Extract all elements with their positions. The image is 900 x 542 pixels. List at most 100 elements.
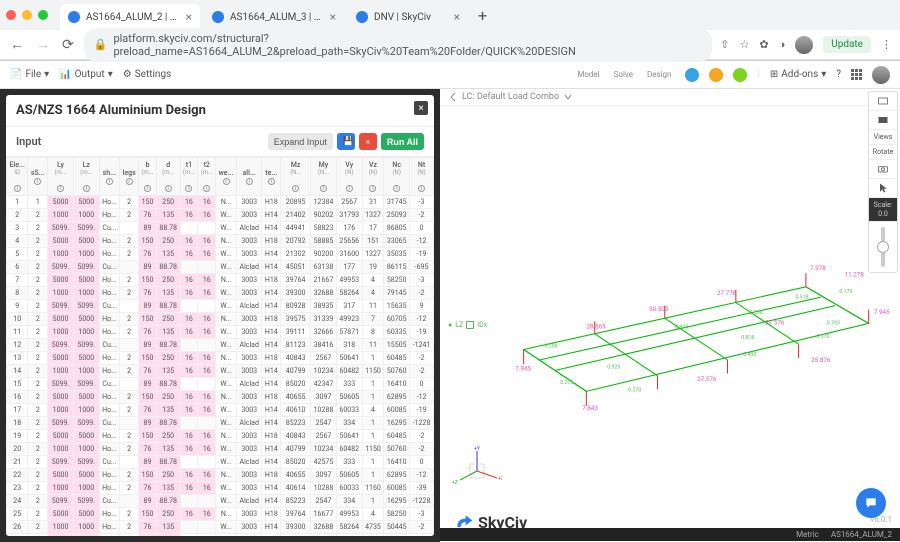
table-cell[interactable]: H14: [262, 287, 281, 300]
table-cell[interactable]: 35035: [384, 248, 410, 261]
extension-icon[interactable]: ✿: [759, 38, 768, 51]
table-row[interactable]: 26210001000Ho...276135W...3003H143930032…: [7, 521, 434, 534]
table-cell[interactable]: 76: [139, 443, 157, 456]
table-cell[interactable]: 5099.: [48, 300, 74, 313]
table-cell[interactable]: W...: [216, 287, 237, 300]
table-cell[interactable]: 5000: [73, 313, 99, 326]
table-cell[interactable]: [180, 222, 198, 235]
table-row[interactable]: 20210001000Ho...2761351616W...3003H14407…: [7, 443, 434, 456]
table-cell[interactable]: 1: [362, 391, 384, 404]
table-cell[interactable]: 2: [120, 287, 139, 300]
table-cell[interactable]: 3003: [236, 274, 262, 287]
table-cell[interactable]: 15635: [384, 534, 410, 537]
table-cell[interactable]: 2: [28, 521, 48, 534]
table-cell[interactable]: 25093: [384, 209, 410, 222]
table-cell[interactable]: 135: [156, 482, 180, 495]
table-cell[interactable]: 39300: [281, 287, 311, 300]
table-cell[interactable]: 50760: [384, 443, 410, 456]
addons-menu[interactable]: ⊞ Add-ons ▾: [770, 69, 826, 80]
table-row[interactable]: 2210001000Ho...2761351616W...3003H142140…: [7, 209, 434, 222]
table-cell[interactable]: 58250: [384, 508, 410, 521]
table-cell[interactable]: 2: [28, 417, 48, 430]
table-cell[interactable]: Ho...: [99, 508, 119, 521]
tab-close-icon[interactable]: ×: [454, 10, 460, 24]
table-cell[interactable]: 2: [120, 326, 139, 339]
table-row[interactable]: 1525099.5099.Cu...8988.78W...AlcladH1485…: [7, 378, 434, 391]
table-cell[interactable]: [180, 495, 198, 508]
table-cell[interactable]: 50445: [384, 521, 410, 534]
table-cell[interactable]: 40655: [281, 391, 311, 404]
table-cell[interactable]: -2: [410, 365, 434, 378]
tool-solid[interactable]: [869, 111, 897, 130]
table-cell[interactable]: 1000: [48, 287, 74, 300]
table-cell[interactable]: [180, 261, 198, 274]
table-cell[interactable]: -2: [410, 209, 434, 222]
table-cell[interactable]: 31600: [336, 248, 362, 261]
table-row[interactable]: 14210001000Ho...2761351616W...3003H14407…: [7, 365, 434, 378]
table-cell[interactable]: [120, 339, 139, 352]
table-cell[interactable]: 89: [139, 495, 157, 508]
table-cell[interactable]: 2547: [311, 417, 337, 430]
table-cell[interactable]: 39764: [281, 508, 311, 521]
table-cell[interactable]: [120, 261, 139, 274]
table-cell[interactable]: 3097: [311, 391, 337, 404]
table-cell[interactable]: 5099.: [73, 534, 99, 537]
table-cell[interactable]: H14: [262, 261, 281, 274]
table-cell[interactable]: 4735: [362, 521, 384, 534]
table-cell[interactable]: Cu...: [99, 417, 119, 430]
table-cell[interactable]: 5000: [73, 430, 99, 443]
table-cell[interactable]: 7: [362, 313, 384, 326]
table-cell[interactable]: 3003: [236, 365, 262, 378]
table-cell[interactable]: 89: [139, 456, 157, 469]
table-cell[interactable]: H14: [262, 222, 281, 235]
table-cell[interactable]: 5099.: [73, 378, 99, 391]
table-cell[interactable]: 1: [362, 378, 384, 391]
table-row[interactable]: 11210001000Ho...2761351616W...3003H14391…: [7, 326, 434, 339]
table-cell[interactable]: 1150: [362, 443, 384, 456]
update-button[interactable]: Update: [823, 36, 871, 53]
table-cell[interactable]: 2: [28, 508, 48, 521]
table-cell[interactable]: 62895: [384, 391, 410, 404]
table-cell[interactable]: 250: [156, 352, 180, 365]
table-cell[interactable]: 13: [7, 352, 28, 365]
panel-close-button[interactable]: ×: [414, 101, 428, 115]
table-cell[interactable]: H14: [262, 339, 281, 352]
table-cell[interactable]: [180, 417, 198, 430]
table-cell[interactable]: 16: [198, 352, 216, 365]
table-cell[interactable]: 2: [28, 274, 48, 287]
table-cell[interactable]: 5000: [48, 352, 74, 365]
table-cell[interactable]: Cu...: [99, 222, 119, 235]
back-button[interactable]: ←: [8, 34, 26, 55]
table-cell[interactable]: 250: [156, 235, 180, 248]
table-cell[interactable]: 1327: [362, 209, 384, 222]
table-cell[interactable]: 58823: [311, 222, 337, 235]
table-cell[interactable]: Alclad: [236, 222, 262, 235]
table-cell[interactable]: 16: [180, 508, 198, 521]
table-cell[interactable]: Alclad: [236, 339, 262, 352]
table-cell[interactable]: 16: [180, 196, 198, 209]
table-cell[interactable]: 1: [362, 456, 384, 469]
table-cell[interactable]: 2: [28, 378, 48, 391]
table-cell[interactable]: Ho...: [99, 352, 119, 365]
table-cell[interactable]: 150: [139, 352, 157, 365]
table-cell[interactable]: N...: [216, 469, 237, 482]
table-cell[interactable]: 1000: [73, 521, 99, 534]
table-cell[interactable]: 19: [7, 430, 28, 443]
table-cell[interactable]: -19: [410, 404, 434, 417]
table-cell[interactable]: 32688: [311, 521, 337, 534]
table-cell[interactable]: 16: [180, 443, 198, 456]
table-cell[interactable]: 80928: [281, 534, 311, 537]
table-cell[interactable]: -19: [410, 326, 434, 339]
table-cell[interactable]: 40655: [281, 469, 311, 482]
table-cell[interactable]: H18: [262, 235, 281, 248]
table-cell[interactable]: 2: [120, 521, 139, 534]
table-cell[interactable]: 16: [180, 391, 198, 404]
table-cell[interactable]: 16: [180, 313, 198, 326]
table-cell[interactable]: 5099.: [73, 417, 99, 430]
table-cell[interactable]: 2: [28, 287, 48, 300]
table-cell[interactable]: 16: [180, 248, 198, 261]
table-cell[interactable]: 16677: [311, 508, 337, 521]
solve-mode-icon[interactable]: [709, 68, 723, 82]
table-cell[interactable]: 1000: [48, 443, 74, 456]
table-cell[interactable]: 63138: [311, 261, 337, 274]
